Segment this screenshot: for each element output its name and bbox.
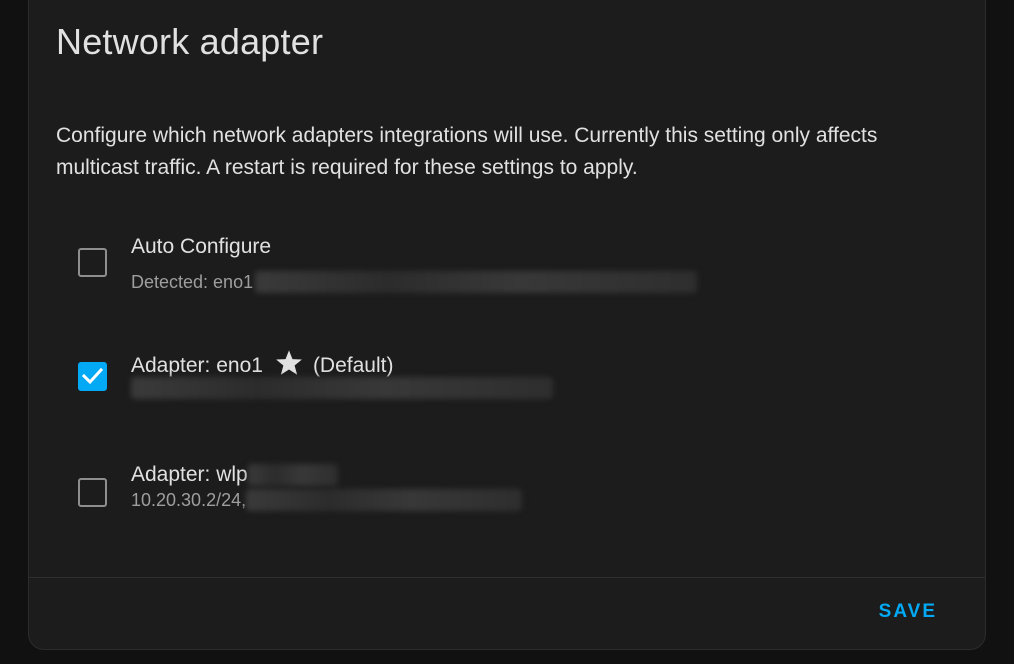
wlp-checkbox[interactable] xyxy=(78,478,107,507)
redacted-adapter-name xyxy=(247,464,338,486)
adapter-row-auto-configure: Auto Configure Detected: eno1 xyxy=(29,235,985,315)
adapter-row-eno1: Adapter: eno1 (Default) xyxy=(29,349,985,429)
detected-adapter-text: Detected: eno1 xyxy=(131,271,254,292)
redacted-address xyxy=(246,489,523,511)
wlp-label-text: Adapter: wlp xyxy=(131,463,248,486)
description-text: Configure which network adapters integra… xyxy=(56,124,878,179)
wlp-label: Adapter: wlp xyxy=(131,463,338,487)
redacted-address xyxy=(131,377,553,399)
eno1-label-text: Adapter: eno1 xyxy=(131,354,263,377)
auto-configure-checkbox[interactable] xyxy=(78,248,107,277)
adapter-row-wlp: Adapter: wlp 10.20.30.2/24, xyxy=(29,463,985,545)
redacted-address xyxy=(255,271,698,293)
auto-configure-label: Auto Configure xyxy=(131,235,271,259)
save-button[interactable]: SAVE xyxy=(879,601,937,623)
page-title: Network adapter xyxy=(56,21,324,62)
wlp-address: 10.20.30.2/24, xyxy=(131,489,523,511)
eno1-checkbox[interactable] xyxy=(78,362,107,391)
footer-divider xyxy=(29,577,985,578)
auto-configure-detected: Detected: eno1 xyxy=(131,271,698,293)
default-badge: (Default) xyxy=(312,354,394,377)
auto-configure-label-text: Auto Configure xyxy=(131,235,272,258)
network-adapter-card: Network adapter Configure which network … xyxy=(28,0,986,650)
eno1-address xyxy=(131,377,553,399)
checkmark-icon xyxy=(81,367,103,385)
wlp-ip-text: 10.20.30.2/24, xyxy=(131,489,247,510)
